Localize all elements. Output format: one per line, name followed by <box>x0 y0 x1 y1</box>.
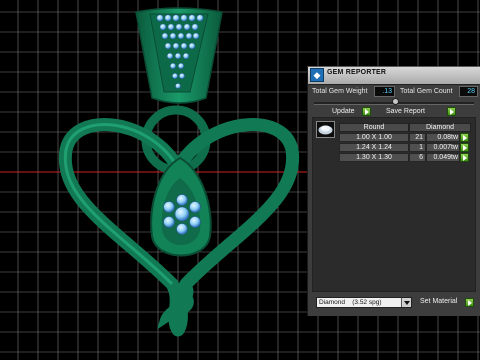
gem-count: 21 <box>409 133 426 142</box>
save-report-label: Save Report <box>386 108 425 115</box>
gem-size: 1.24 X 1.24 <box>339 143 409 152</box>
material-bar: Diamond (3.52 spg) Set Material <box>312 295 476 309</box>
set-material-label: Set Material <box>420 298 458 305</box>
total-weight-label: Total Gem Weight <box>312 88 368 95</box>
pendant-model[interactable] <box>58 7 300 337</box>
total-weight-value: .13 <box>374 86 395 97</box>
gem-reporter-panel: ◆ GEM REPORTER Total Gem Weight .13 Tota… <box>307 66 480 316</box>
panel-titlebar[interactable]: ◆ GEM REPORTER <box>308 67 480 85</box>
panel-title: GEM REPORTER <box>327 69 387 76</box>
gem-size: 1.30 X 1.30 <box>339 153 409 162</box>
save-report-button[interactable] <box>447 107 456 116</box>
set-material-button[interactable] <box>465 298 474 307</box>
col-header-shape: Round <box>339 123 409 132</box>
chevron-down-icon[interactable] <box>401 298 411 307</box>
panel-slider-knob[interactable] <box>392 98 399 105</box>
row-select-button[interactable] <box>460 143 469 152</box>
material-select-value: Diamond (3.52 spg) <box>319 299 382 306</box>
gem-count: 6 <box>409 153 426 162</box>
col-header-material: Diamond <box>409 123 471 132</box>
row-select-button[interactable] <box>460 133 469 142</box>
gem-table: Round Diamond 1.00 X 1.00 21 0.08tw 1.24… <box>312 117 476 292</box>
gem-thumbnail-icon[interactable] <box>316 121 335 138</box>
gem-weight: 0.049tw <box>426 153 460 162</box>
update-button[interactable] <box>362 107 371 116</box>
gem-reporter-icon: ◆ <box>310 68 324 82</box>
material-select[interactable]: Diamond (3.52 spg) <box>316 297 412 308</box>
gem-weight: 0.08tw <box>426 133 460 142</box>
total-count-label: Total Gem Count <box>400 88 453 95</box>
gem-weight: 0.007tw <box>426 143 460 152</box>
update-label: Update <box>332 108 355 115</box>
gem-size: 1.00 X 1.00 <box>339 133 409 142</box>
row-select-button[interactable] <box>460 153 469 162</box>
gem-count: 1 <box>409 143 426 152</box>
total-count-value: 28 <box>459 86 478 97</box>
